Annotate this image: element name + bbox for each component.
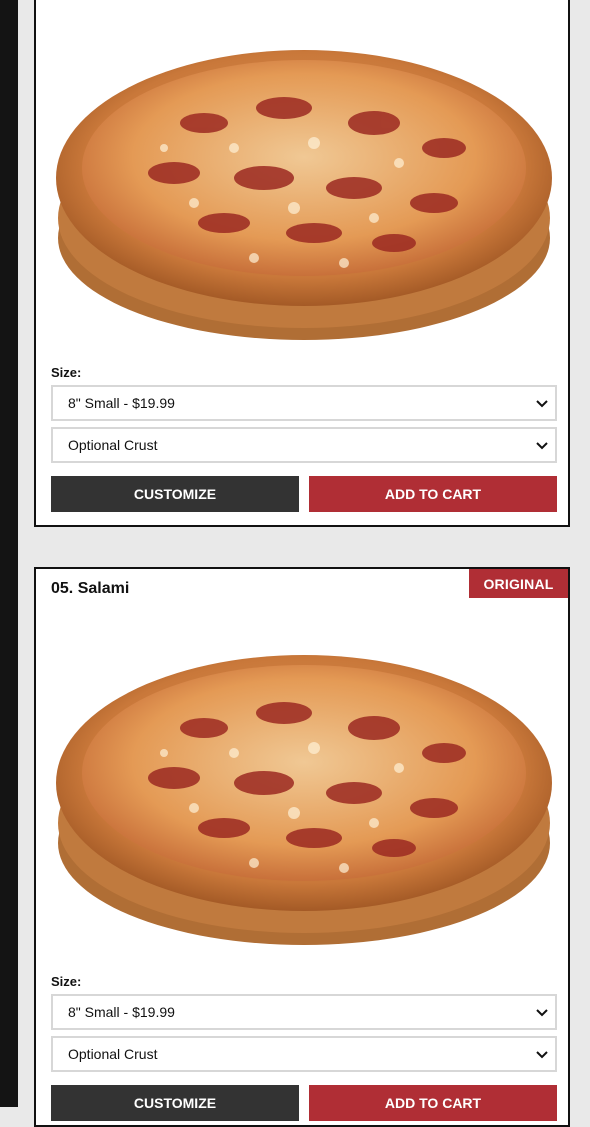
size-select[interactable]: 8" Small - $19.99 xyxy=(51,385,557,421)
size-select-value: 8" Small - $19.99 xyxy=(68,395,175,411)
product-card: 05. Salami ORIGINAL Size: 8" Small - $19… xyxy=(34,567,570,1127)
crust-select-value: Optional Crust xyxy=(68,1046,158,1062)
side-panel-edge xyxy=(0,0,18,1107)
product-title: 05. Salami xyxy=(51,580,130,597)
chevron-down-icon xyxy=(536,1009,548,1017)
customize-button[interactable]: CUSTOMIZE xyxy=(51,1085,299,1121)
pizza-image[interactable] xyxy=(54,28,554,348)
add-to-cart-button[interactable]: ADD TO CART xyxy=(309,1085,557,1121)
chevron-down-icon xyxy=(536,400,548,408)
original-badge: ORIGINAL xyxy=(469,569,568,598)
crust-select[interactable]: Optional Crust xyxy=(51,427,557,463)
pizza-image[interactable] xyxy=(54,633,554,953)
product-card: Size: 8" Small - $19.99 Optional Crust C… xyxy=(34,0,570,527)
crust-select-value: Optional Crust xyxy=(68,437,158,453)
add-to-cart-button[interactable]: ADD TO CART xyxy=(309,476,557,512)
chevron-down-icon xyxy=(536,1051,548,1059)
chevron-down-icon xyxy=(536,442,548,450)
size-label: Size: xyxy=(51,974,82,989)
crust-select[interactable]: Optional Crust xyxy=(51,1036,557,1072)
customize-button[interactable]: CUSTOMIZE xyxy=(51,476,299,512)
size-select-value: 8" Small - $19.99 xyxy=(68,1004,175,1020)
size-select[interactable]: 8" Small - $19.99 xyxy=(51,994,557,1030)
size-label: Size: xyxy=(51,365,82,380)
